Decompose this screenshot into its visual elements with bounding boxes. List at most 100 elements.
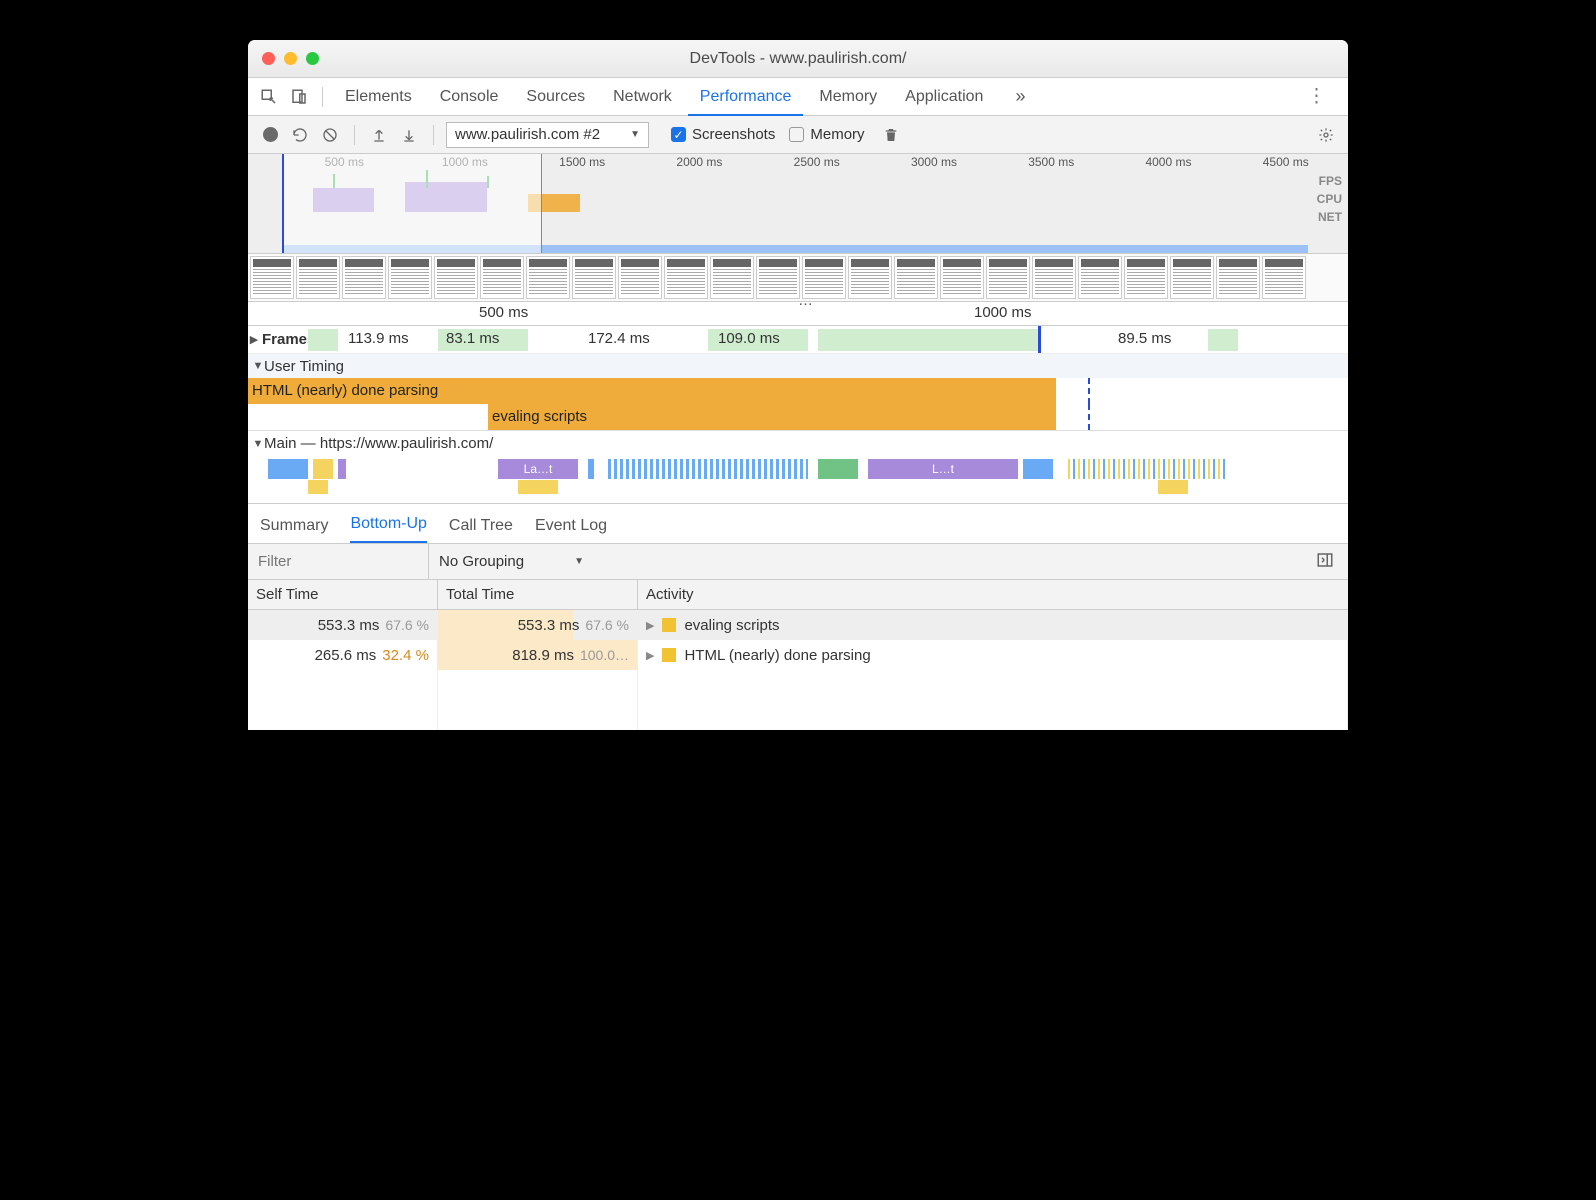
screenshot-thumb[interactable] [342,256,386,299]
col-activity[interactable]: Activity [638,580,1348,609]
tab-performance[interactable]: Performance [688,78,804,116]
screenshot-thumb[interactable] [1216,256,1260,299]
flame-chart[interactable]: La…t L…t [248,456,1348,504]
tabs-overflow-icon[interactable]: » [1005,86,1035,107]
panel-tabs: ElementsConsoleSourcesNetworkPerformance… [248,78,1348,116]
perf-toolbar: www.paulirish.com #2 ▼ ✓ Screenshots Mem… [248,116,1348,154]
clear-icon[interactable] [318,123,342,147]
table-header: Self Time Total Time Activity [248,580,1348,610]
table-row[interactable]: 265.6 ms 32.4 %818.9 ms 100.0…▶HTML (nea… [248,640,1348,670]
caret-down-icon: ▼ [630,129,640,140]
detail-tab-event-log[interactable]: Event Log [535,517,607,543]
timing-bar-html-parsing[interactable]: HTML (nearly) done parsing [248,378,1056,404]
screenshot-thumb[interactable] [986,256,1030,299]
col-total-time[interactable]: Total Time [438,580,638,609]
expand-icon[interactable]: ▶ [646,649,654,662]
screenshot-thumb[interactable] [618,256,662,299]
save-profile-icon[interactable] [397,123,421,147]
tab-sources[interactable]: Sources [514,78,597,116]
screenshot-thumb[interactable] [480,256,524,299]
frame-duration: 83.1 ms [446,330,499,347]
tab-memory[interactable]: Memory [807,78,889,116]
timeline-ruler[interactable]: … 500 ms 1000 ms [248,302,1348,326]
screenshot-thumb[interactable] [388,256,432,299]
self-pct: 32.4 % [382,647,429,664]
overview-tick: 1500 ms [559,155,605,169]
screenshot-thumb[interactable] [250,256,294,299]
flame-task[interactable]: L…t [868,459,1018,479]
detail-tab-call-tree[interactable]: Call Tree [449,517,513,543]
screenshot-thumb[interactable] [572,256,616,299]
fps-label: FPS [1317,172,1342,190]
flame-task[interactable]: La…t [498,459,578,479]
overview-pane[interactable]: 500 ms1000 ms1500 ms2000 ms2500 ms3000 m… [248,154,1348,254]
grouping-label: No Grouping [439,553,524,570]
screenshot-thumb[interactable] [1170,256,1214,299]
total-pct: 100.0… [580,647,629,663]
screenshot-thumb[interactable] [756,256,800,299]
main-thread-header[interactable]: ▼ Main — https://www.paulirish.com/ [248,430,1348,456]
tab-network[interactable]: Network [601,78,684,116]
total-time: 818.9 ms [512,647,574,664]
screenshots-checkbox[interactable]: ✓ [671,127,686,142]
collapse-icon[interactable]: ▼ [252,438,264,450]
screenshot-thumb[interactable] [664,256,708,299]
titlebar: DevTools - www.paulirish.com/ [248,40,1348,78]
filter-input[interactable] [248,553,428,570]
expand-icon[interactable]: ▶ [646,619,654,632]
minimize-icon[interactable] [284,52,297,65]
user-timing-track[interactable]: evaling scripts [248,404,1348,430]
screenshot-thumb[interactable] [1078,256,1122,299]
tab-elements[interactable]: Elements [333,78,424,116]
screenshot-thumb[interactable] [940,256,984,299]
activity-name: HTML (nearly) done parsing [684,647,870,664]
recording-label: www.paulirish.com #2 [455,126,600,143]
tab-console[interactable]: Console [428,78,511,116]
inspect-icon[interactable] [256,84,282,110]
tab-application[interactable]: Application [893,78,995,116]
screenshot-thumb[interactable] [710,256,754,299]
more-menu-icon[interactable]: ⋮ [1293,85,1340,108]
screenshot-thumb[interactable] [894,256,938,299]
col-self-time[interactable]: Self Time [248,580,438,609]
net-label: NET [1317,208,1342,226]
device-toggle-icon[interactable] [286,84,312,110]
record-button[interactable] [258,123,282,147]
screenshot-thumb[interactable] [296,256,340,299]
overview-selection[interactable] [282,154,542,253]
gc-icon[interactable] [879,123,903,147]
detail-tab-summary[interactable]: Summary [260,517,328,543]
frames-track[interactable]: ▶ Frames 113.9 ms 83.1 ms 172.4 ms 109.0… [248,326,1348,354]
screenshot-thumb[interactable] [526,256,570,299]
total-pct: 67.6 % [585,617,629,633]
detail-tab-bottom-up[interactable]: Bottom-Up [350,515,426,543]
table-body: 553.3 ms 67.6 %553.3 ms 67.6 %▶evaling s… [248,610,1348,730]
frame-duration: 109.0 ms [718,330,780,347]
screenshot-thumb[interactable] [1262,256,1306,299]
timing-bar-evaling-scripts[interactable]: evaling scripts [488,404,1056,430]
playhead-marker[interactable] [1038,326,1041,353]
overview-tick: 3500 ms [1028,155,1074,169]
collapse-icon[interactable]: ▼ [252,360,264,372]
settings-icon[interactable] [1314,123,1338,147]
frame-duration: 113.9 ms [348,330,409,347]
zoom-icon[interactable] [306,52,319,65]
expand-icon[interactable]: ▶ [248,333,260,346]
marker-dashed [1088,378,1090,404]
load-profile-icon[interactable] [367,123,391,147]
user-timing-track[interactable]: HTML (nearly) done parsing [248,378,1348,404]
reload-icon[interactable] [288,123,312,147]
close-icon[interactable] [262,52,275,65]
screenshot-thumb[interactable] [434,256,478,299]
screenshot-thumb[interactable] [1032,256,1076,299]
recording-select[interactable]: www.paulirish.com #2 ▼ [446,122,649,148]
user-timing-header[interactable]: ▼ User Timing [248,354,1348,378]
overview-tick: 4500 ms [1263,155,1309,169]
collapse-pane-icon[interactable] [1302,551,1348,573]
screenshot-thumb[interactable] [848,256,892,299]
screenshot-thumb[interactable] [1124,256,1168,299]
cpu-label: CPU [1317,190,1342,208]
grouping-select[interactable]: No Grouping ▼ [428,544,594,579]
memory-checkbox[interactable] [789,127,804,142]
table-row[interactable]: 553.3 ms 67.6 %553.3 ms 67.6 %▶evaling s… [248,610,1348,640]
